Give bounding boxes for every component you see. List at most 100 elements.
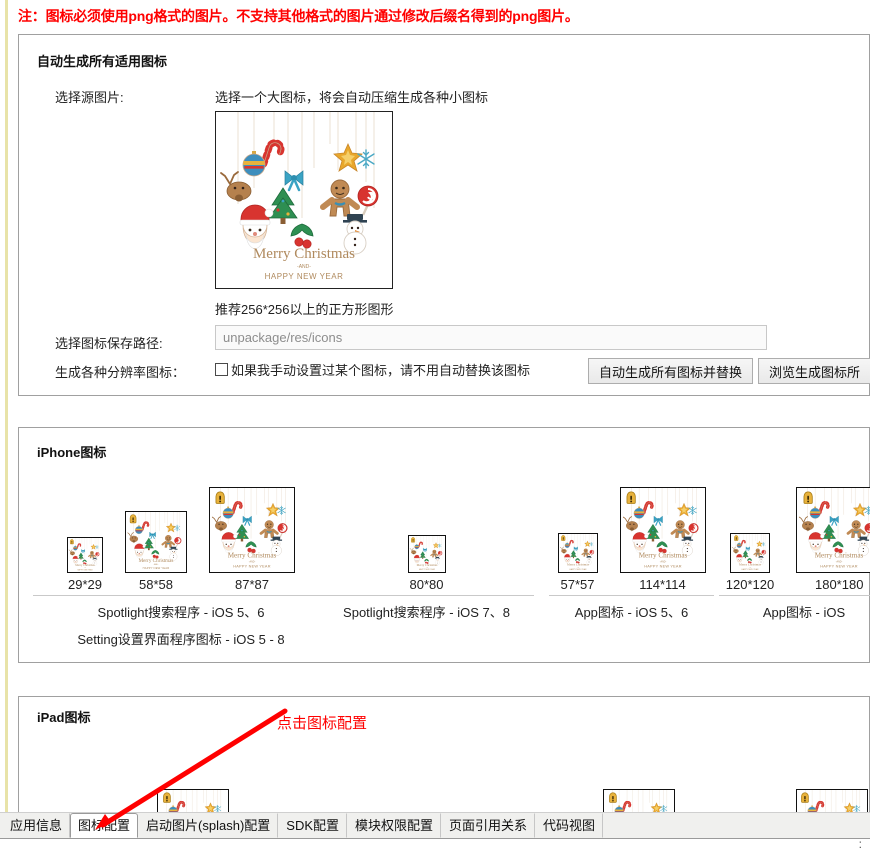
icon-size-label: 58*58 <box>139 577 173 592</box>
tab-6[interactable]: 代码视图 <box>535 813 604 838</box>
svg-text:Merry Christmas: Merry Christmas <box>567 563 590 567</box>
tabbar-content-area <box>0 838 870 849</box>
svg-text:-AND-: -AND- <box>836 560 843 563</box>
iphone-icon-group-tiles: Merry Christmas -AND- HAPPY NEW YEAR 57*… <box>549 474 714 592</box>
icon-size-label: 114*114 <box>639 577 686 592</box>
auto-generate-all-button[interactable]: 自动生成所有图标并替换 <box>588 358 754 384</box>
app-window: 注：图标必须使用png格式的图片。不支持其他格式的图片通过修改后缀名得到的png… <box>0 0 870 849</box>
iphone-icon-tile[interactable]: Merry Christmas -AND- HAPPY NEW YEAR 57*… <box>557 533 598 592</box>
warning-badge-icon <box>69 539 75 545</box>
svg-text:HAPPY NEW YEAR: HAPPY NEW YEAR <box>821 565 858 569</box>
iphone-icon-group: Merry Christmas -AND- HAPPY NEW YEAR 57*… <box>549 474 714 623</box>
tab-1[interactable]: 图标配置 <box>70 813 139 838</box>
source-image-hint: 选择一个大图标，将会自动压缩生成各种小图标 <box>215 90 489 105</box>
ipad-icons-panel: iPad图标 <box>18 696 870 849</box>
left-gutter-rail <box>5 0 8 812</box>
group-divider <box>33 595 329 596</box>
tab-3[interactable]: SDK配置 <box>278 813 348 838</box>
iphone-icon-group-tiles: Merry Christmas -AND- HAPPY NEW YEAR 29*… <box>33 474 329 592</box>
iphone-icon-group: Merry Christmas -AND- HAPPY NEW YEAR 80*… <box>319 474 534 623</box>
iphone-icon-group: Merry Christmas -AND- HAPPY NEW YEAR 29*… <box>33 474 329 650</box>
manual-override-label: 如果我手动设置过某个图标，请不用自动替换该图标 <box>231 363 531 378</box>
annotation-label: 点击图标配置 <box>277 715 368 732</box>
warning-badge-icon <box>733 535 739 541</box>
svg-text:HAPPY NEW YEAR: HAPPY NEW YEAR <box>644 565 681 569</box>
group-divider <box>719 595 870 596</box>
ipad-icon-groups: Merry Christmas -AND- HAPPY NEW YEAR <box>19 697 869 849</box>
iphone-icon-tile[interactable]: Merry Christmas -AND- HAPPY NEW YEAR 87*… <box>209 487 295 592</box>
icon-thumbnail[interactable]: Merry Christmas -AND- HAPPY NEW YEAR <box>729 533 770 573</box>
iphone-icon-group-tiles: Merry Christmas -AND- HAPPY NEW YEAR 120… <box>719 474 870 592</box>
iphone-icon-groups: Merry Christmas -AND- HAPPY NEW YEAR 29*… <box>19 428 870 662</box>
save-path-label: 选择图标保存路径: <box>55 336 163 351</box>
icon-size-label: 87*87 <box>235 577 269 592</box>
tab-0[interactable]: 应用信息 <box>2 813 71 838</box>
icon-thumbnail[interactable]: Merry Christmas -AND- HAPPY NEW YEAR <box>619 487 706 573</box>
bottom-tabbar: 应用信息 图标配置 启动图片(splash)配置 SDK配置 模块权限配置 页面引用关系代… <box>0 812 870 849</box>
manual-override-checkbox[interactable] <box>215 363 228 376</box>
iphone-icon-group: Merry Christmas -AND- HAPPY NEW YEAR 120… <box>719 474 870 623</box>
source-image-label: 选择源图片: <box>55 90 124 105</box>
icon-thumbnail[interactable]: Merry Christmas -AND- HAPPY NEW YEAR <box>796 487 870 573</box>
iphone-icon-tile[interactable]: Merry Christmas -AND- HAPPY NEW YEAR 29*… <box>67 537 103 592</box>
save-path-input[interactable] <box>215 325 767 350</box>
tabbar-trailing-mark: : <box>858 837 862 849</box>
icon-size-label: 29*29 <box>68 577 102 592</box>
group-caption: Spotlight搜索程序 - iOS 5、6 <box>97 605 265 620</box>
svg-text:Merry Christmas: Merry Christmas <box>815 552 864 560</box>
icon-size-label: 180*180 <box>814 577 864 592</box>
warning-badge-icon <box>624 490 638 505</box>
group-divider <box>549 595 714 596</box>
icon-size-label: 80*80 <box>409 577 444 592</box>
svg-text:-AND-: -AND- <box>659 560 666 563</box>
warning-badge-icon <box>607 792 619 804</box>
iphone-icon-group-tiles: Merry Christmas -AND- HAPPY NEW YEAR 80*… <box>319 474 534 592</box>
tab-2[interactable]: 启动图片(splash)配置 <box>138 813 279 838</box>
iphone-icon-tile[interactable]: Merry Christmas -AND- HAPPY NEW YEAR 180… <box>796 487 870 592</box>
warning-badge-icon <box>560 535 566 541</box>
browse-generated-icons-button[interactable]: 浏览生成图标所 <box>758 358 870 384</box>
group-divider <box>319 595 534 596</box>
svg-text:HAPPY NEW YEAR: HAPPY NEW YEAR <box>265 272 344 281</box>
tabstrip: 应用信息 图标配置 启动图片(splash)配置 SDK配置 模块权限配置 页面引用关系代… <box>2 813 604 838</box>
icon-size-label: 57*57 <box>560 577 595 592</box>
svg-text:Merry Christmas: Merry Christmas <box>228 552 277 560</box>
iphone-icons-panel: iPhone图标 Merry Christmas -AND- HAPPY NEW… <box>18 427 870 663</box>
group-caption: Setting设置界面程序图标 - iOS 5 - 8 <box>77 632 285 647</box>
icon-thumbnail[interactable]: Merry Christmas -AND- HAPPY NEW YEAR <box>209 487 295 573</box>
svg-text:Merry Christmas: Merry Christmas <box>253 246 355 262</box>
group-caption: Spotlight搜索程序 - iOS 7、8 <box>343 605 510 620</box>
warning-badge-icon <box>801 490 815 505</box>
svg-text:Merry Christmas: Merry Christmas <box>638 552 687 560</box>
svg-text:Merry Christmas: Merry Christmas <box>739 563 762 567</box>
icon-thumbnail[interactable]: Merry Christmas -AND- HAPPY NEW YEAR <box>125 511 187 573</box>
group-caption: App图标 - iOS 5、6 <box>574 605 689 620</box>
icon-thumbnail[interactable]: Merry Christmas -AND- HAPPY NEW YEAR <box>67 537 103 573</box>
icon-thumbnail[interactable]: Merry Christmas -AND- HAPPY NEW YEAR <box>557 533 598 573</box>
christmas-artwork: Merry Christmas -AND- HAPPY NEW YEAR <box>216 112 392 288</box>
icon-thumbnail[interactable]: Merry Christmas -AND- HAPPY NEW YEAR <box>407 535 446 573</box>
auto-generate-title: 自动生成所有适用图标 <box>37 54 168 69</box>
source-image-preview[interactable]: Merry Christmas -AND- HAPPY NEW YEAR <box>215 111 393 289</box>
warning-badge-icon <box>799 792 811 804</box>
tab-4[interactable]: 模块权限配置 <box>347 813 442 838</box>
svg-text:Merry Christmas: Merry Christmas <box>139 558 174 564</box>
icon-size-label: 120*120 <box>725 577 775 592</box>
warning-badge-icon <box>410 537 416 543</box>
svg-text:-AND-: -AND- <box>249 560 256 563</box>
iphone-icon-tile[interactable]: Merry Christmas -AND- HAPPY NEW YEAR 58*… <box>125 511 187 592</box>
svg-text:Merry Christmas: Merry Christmas <box>416 563 438 567</box>
resolutions-label: 生成各种分辨率图标： <box>55 365 186 380</box>
iphone-icon-tile[interactable]: Merry Christmas -AND- HAPPY NEW YEAR 120… <box>726 533 774 592</box>
tab-5[interactable]: 页面引用关系 <box>441 813 536 838</box>
svg-text:Merry Christmas: Merry Christmas <box>75 563 95 567</box>
iphone-icon-tile[interactable]: Merry Christmas -AND- HAPPY NEW YEAR 80*… <box>407 535 446 592</box>
recommend-size-hint: 推荐256*256以上的正方形图形 <box>215 302 394 317</box>
auto-generate-panel: 自动生成所有适用图标 选择源图片: 选择一个大图标，将会自动压缩生成各种小图标 <box>18 34 870 396</box>
warning-badge-icon <box>213 490 227 505</box>
manual-override-checkbox-row[interactable]: 如果我手动设置过某个图标，请不用自动替换该图标 <box>215 360 530 379</box>
iphone-icon-tile[interactable]: Merry Christmas -AND- HAPPY NEW YEAR 114… <box>619 487 706 592</box>
warning-badge-icon <box>128 514 138 524</box>
svg-text:HAPPY NEW YEAR: HAPPY NEW YEAR <box>233 565 270 569</box>
group-caption: App图标 - iOS <box>762 605 846 620</box>
